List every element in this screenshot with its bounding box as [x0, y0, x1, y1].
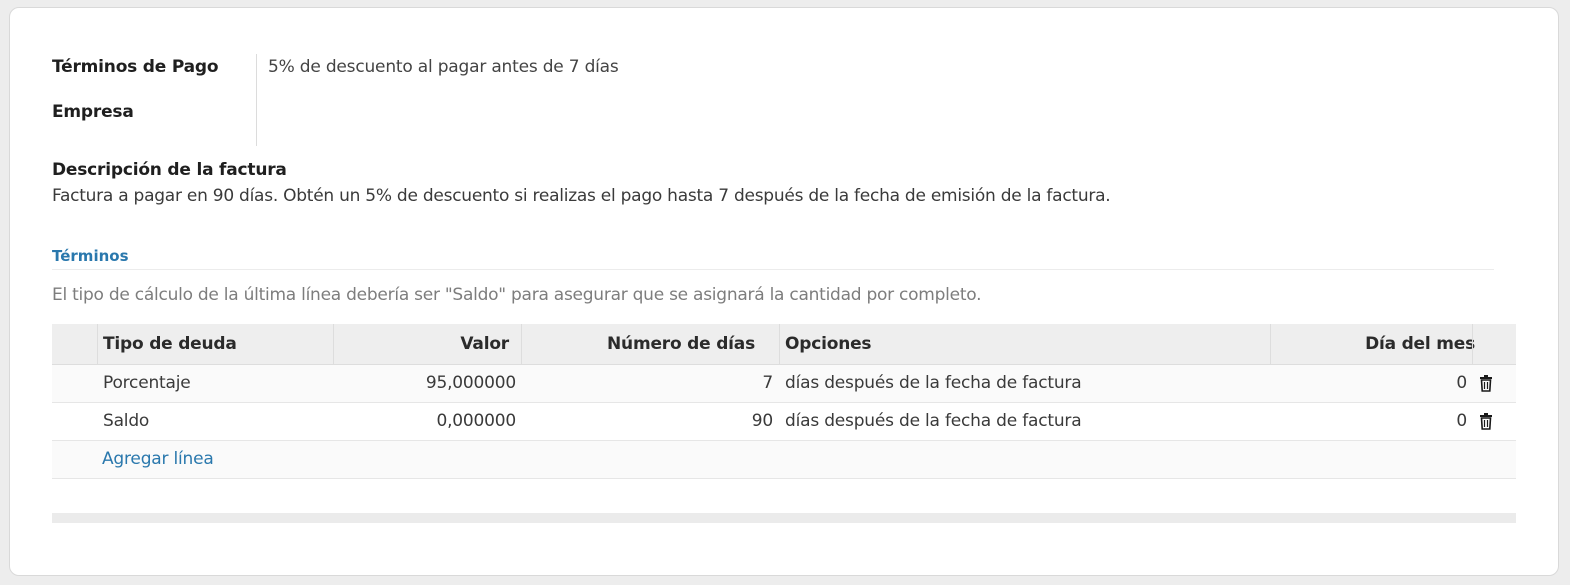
table-row[interactable]: Porcentaje 95,000000 7 días después de l… [52, 365, 1516, 403]
form-sheet: Términos de Pago 5% de descuento al paga… [9, 7, 1559, 576]
column-divider [1472, 324, 1473, 364]
cell-debt-type[interactable]: Porcentaje [103, 365, 191, 402]
cell-value[interactable]: 0,000000 [334, 403, 516, 440]
invoice-description-title: Descripción de la factura [52, 160, 287, 180]
terms-table: Tipo de deuda Valor Número de días Opcio… [52, 324, 1516, 479]
table-row[interactable]: Saldo 0,000000 90 días después de la fec… [52, 403, 1516, 441]
cell-debt-type[interactable]: Saldo [103, 403, 149, 440]
cell-value[interactable]: 95,000000 [334, 365, 516, 402]
cell-day-of-month[interactable]: 0 [1271, 403, 1467, 440]
cell-days[interactable]: 90 [522, 403, 773, 440]
company-label: Empresa [52, 102, 134, 122]
cell-day-of-month[interactable]: 0 [1271, 365, 1467, 402]
cell-days[interactable]: 7 [522, 365, 773, 402]
field-divider [256, 54, 257, 146]
payment-terms-value[interactable]: 5% de descuento al pagar antes de 7 días [268, 57, 619, 77]
column-header-options[interactable]: Opciones [785, 324, 872, 364]
terms-hint: El tipo de cálculo de la última línea de… [52, 285, 982, 305]
column-header-value[interactable]: Valor [334, 324, 509, 364]
column-header-day-of-month[interactable]: Día del mes [1271, 324, 1475, 364]
add-line-link[interactable]: Agregar línea [102, 441, 214, 478]
column-divider [97, 324, 98, 364]
column-header-debt-type[interactable]: Tipo de deuda [103, 324, 237, 364]
trash-icon[interactable] [1479, 413, 1493, 430]
column-header-days[interactable]: Número de días [522, 324, 755, 364]
cell-options[interactable]: días después de la fecha de factura [785, 365, 1082, 402]
horizontal-scrollbar[interactable] [52, 513, 1516, 523]
section-divider [52, 269, 1494, 270]
invoice-description-text[interactable]: Factura a pagar en 90 días. Obtén un 5% … [52, 186, 1111, 206]
payment-terms-label: Términos de Pago [52, 57, 219, 77]
terms-section-title: Términos [52, 247, 129, 265]
column-divider [779, 324, 780, 364]
table-header: Tipo de deuda Valor Número de días Opcio… [52, 324, 1516, 365]
cell-options[interactable]: días después de la fecha de factura [785, 403, 1082, 440]
trash-icon[interactable] [1479, 375, 1493, 392]
add-line-row: Agregar línea [52, 441, 1516, 479]
